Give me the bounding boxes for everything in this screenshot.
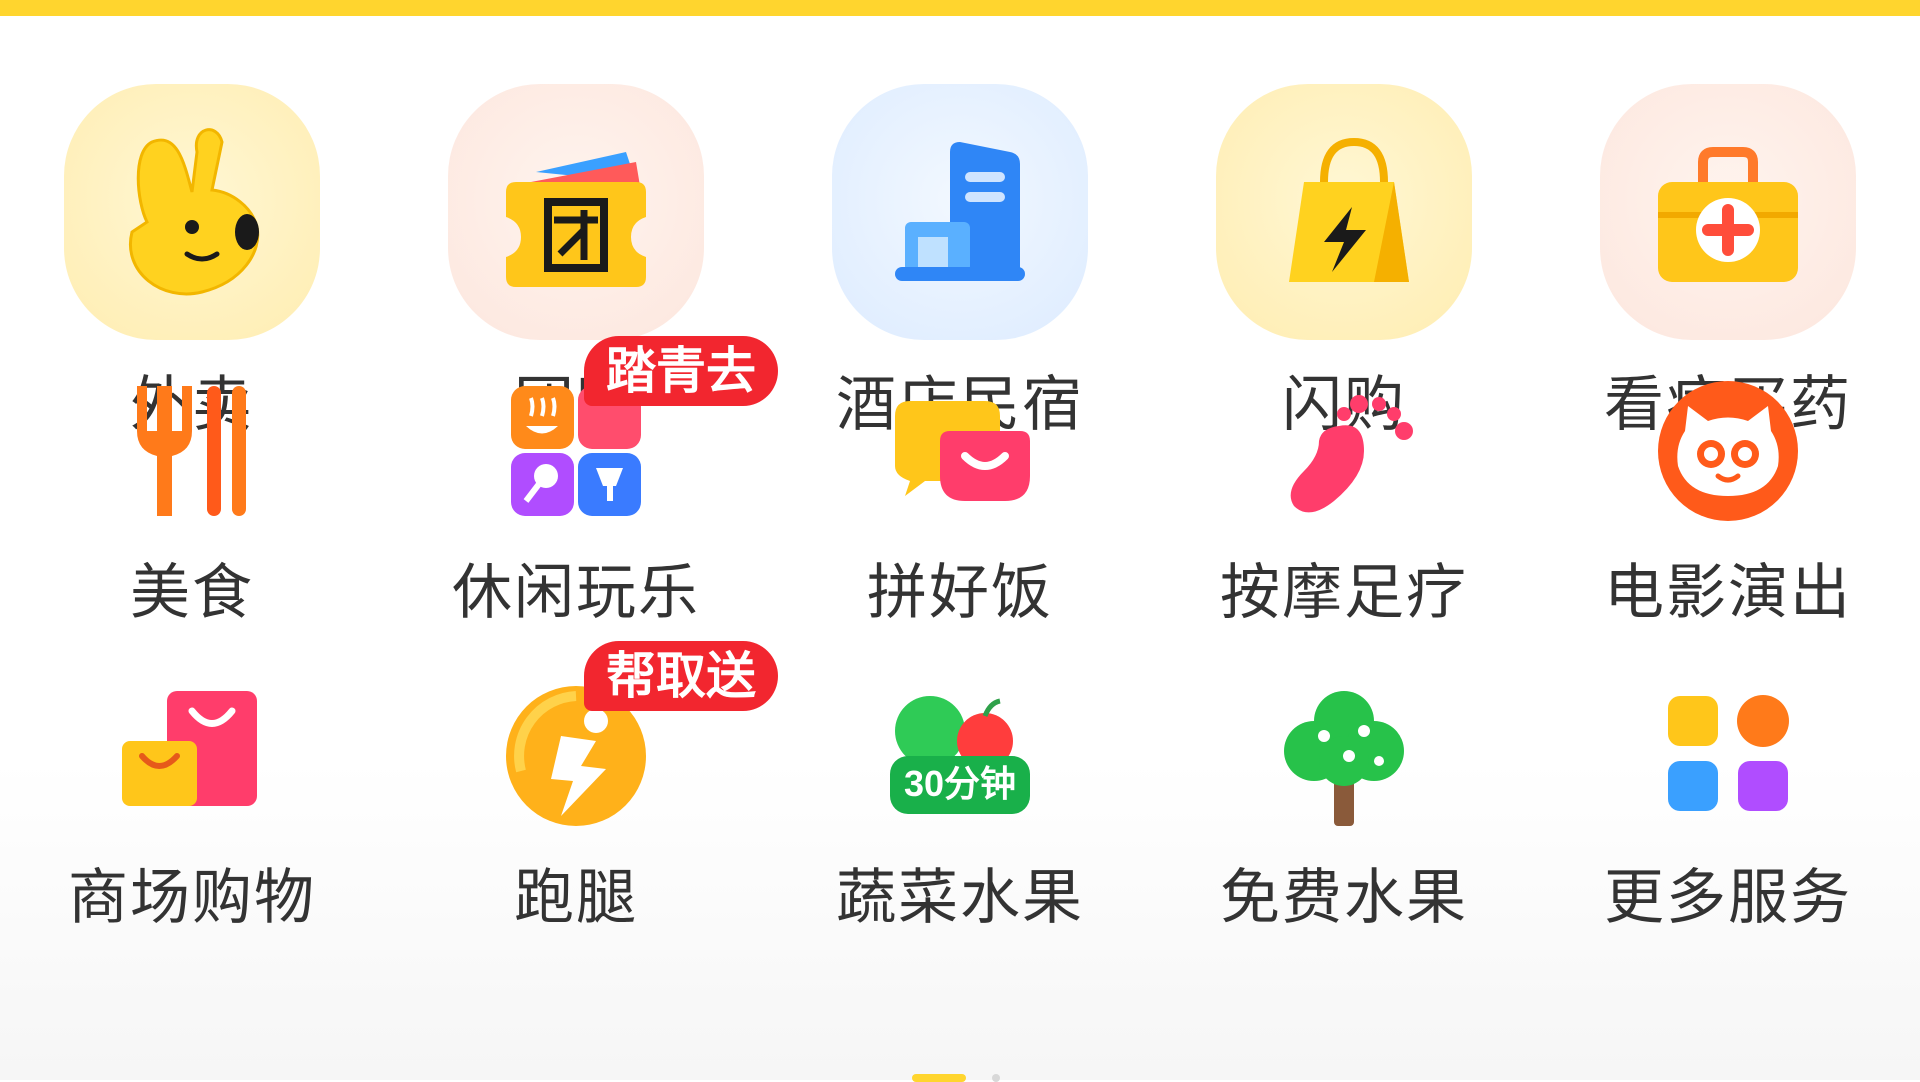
promo-badge: 踏青去 [584, 336, 778, 406]
service-label: 更多服务 [1604, 863, 1852, 933]
page-indicator-dot [992, 1074, 1000, 1082]
shopping-bags-icon [122, 691, 257, 806]
service-pinhaofan[interactable]: 拼好饭 [768, 376, 1152, 681]
top-yellow-bar [0, 0, 1920, 16]
fork-chopsticks-icon [137, 386, 246, 516]
service-label: 按摩足疗 [1220, 558, 1468, 628]
delivery-time-text: 30分钟 [904, 763, 1016, 804]
service-grid: 外卖 团购 酒店民宿 [0, 56, 1920, 991]
more-services-icon [1668, 695, 1789, 811]
service-label: 商场购物 [68, 863, 316, 933]
foot-icon [1290, 395, 1413, 513]
page-indicator-active [912, 1074, 966, 1082]
service-mianfei[interactable]: 免费水果 [1152, 681, 1536, 991]
service-panel: 外卖 团购 酒店民宿 [0, 16, 1920, 1082]
service-label: 蔬菜水果 [836, 863, 1084, 933]
vegetables-fruit-icon: 30分钟 [890, 696, 1030, 814]
service-label: 休闲玩乐 [452, 558, 700, 628]
rabbit-mascot-icon [129, 128, 260, 296]
service-yiyao[interactable]: 看病买药 [1536, 56, 1920, 440]
service-jiudian[interactable]: 酒店民宿 [768, 56, 1152, 440]
service-shangchang[interactable]: 商场购物 [0, 681, 384, 991]
cat-face-icon [1658, 381, 1798, 521]
tree-icon [1284, 691, 1404, 826]
promo-badge: 帮取送 [584, 641, 778, 711]
service-dianying[interactable]: 电影演出 [1536, 376, 1920, 681]
service-label: 免费水果 [1220, 863, 1468, 933]
service-anmo[interactable]: 按摩足疗 [1152, 376, 1536, 681]
service-label: 拼好饭 [867, 558, 1053, 628]
service-shucai[interactable]: 30分钟 蔬菜水果 [768, 681, 1152, 991]
service-label: 跑腿 [514, 863, 638, 933]
service-gengduo[interactable]: 更多服务 [1536, 681, 1920, 991]
service-meishi[interactable]: 美食 [0, 376, 384, 681]
medical-kit-icon [1658, 147, 1798, 282]
group-buy-ticket-icon [506, 152, 646, 287]
service-label: 美食 [130, 558, 254, 628]
service-label: 电影演出 [1604, 558, 1852, 628]
service-paotui[interactable]: 帮取送 跑腿 [384, 641, 778, 991]
lightning-bag-icon [1289, 137, 1409, 282]
service-waimai[interactable]: 外卖 [0, 56, 384, 440]
service-tuangou[interactable]: 团购 [384, 56, 768, 440]
service-xiuxian[interactable]: 踏青去 休闲玩乐 [384, 336, 778, 681]
bowl-smile-icon [895, 401, 1030, 501]
service-shangou[interactable]: 闪购 [1152, 56, 1536, 440]
hotel-building-icon [895, 142, 1025, 281]
